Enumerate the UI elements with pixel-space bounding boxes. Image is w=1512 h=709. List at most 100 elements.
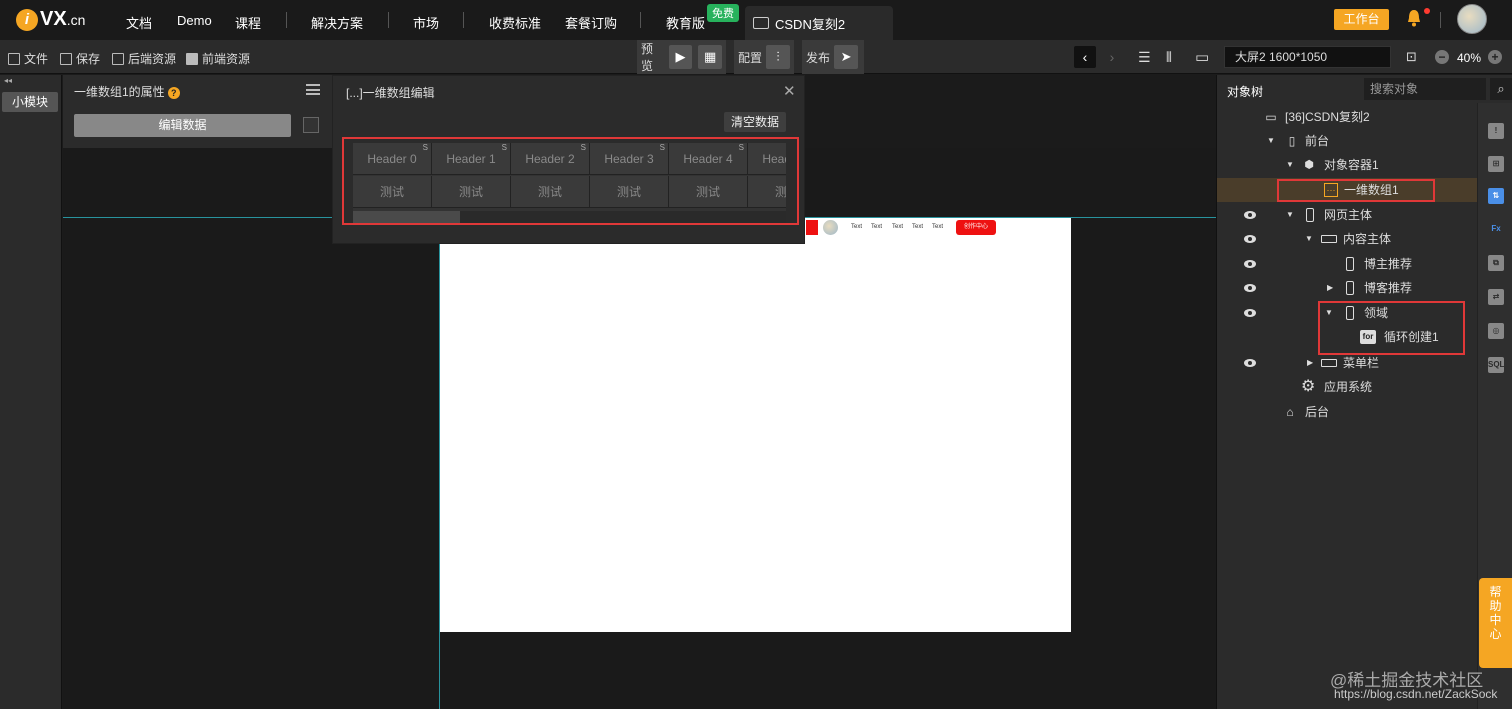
- server-icon: ⌂: [1286, 405, 1294, 419]
- function-icon[interactable]: Fx: [1488, 221, 1504, 237]
- copy-icon[interactable]: ⧉: [1488, 255, 1504, 271]
- divider: [463, 12, 464, 28]
- expand-arrow-icon[interactable]: ▼: [1267, 129, 1275, 153]
- edit-data-button[interactable]: 编辑数据: [74, 114, 291, 137]
- copy-icon[interactable]: [303, 117, 319, 133]
- nav-market[interactable]: 市场: [413, 13, 439, 32]
- file-tab[interactable]: CSDN复刻2: [745, 6, 893, 40]
- collapse-icon[interactable]: ◂◂: [4, 76, 12, 85]
- nav-plans[interactable]: 套餐订购: [565, 13, 617, 32]
- monitor-icon[interactable]: ▭: [1195, 48, 1209, 66]
- zoom-level: 40%: [1457, 51, 1482, 65]
- eye-icon[interactable]: [1244, 309, 1256, 317]
- creator-center-button: 创作中心: [956, 220, 996, 235]
- expand-arrow-icon[interactable]: ▼: [1286, 153, 1294, 177]
- ivx-logo[interactable]: i VX.cn: [16, 8, 85, 31]
- tab-object-tree[interactable]: 对象树: [1227, 83, 1263, 100]
- eye-icon[interactable]: [1244, 235, 1256, 243]
- distribute-icon[interactable]: ⫴: [1166, 49, 1172, 66]
- left-sidebar: ◂◂ 小模块: [0, 75, 62, 709]
- help-icon[interactable]: ?: [167, 87, 180, 99]
- column-layout-icon: [1346, 257, 1354, 271]
- page-preview[interactable]: [440, 218, 1071, 632]
- frontend-resources[interactable]: 前端资源: [186, 50, 250, 67]
- nav-text: Text: [932, 224, 944, 230]
- gear-icon: ⚙: [1301, 378, 1316, 395]
- nav-text: Text: [871, 224, 883, 230]
- swap-icon[interactable]: ⇄: [1488, 289, 1504, 305]
- collapse-arrow-icon[interactable]: ▶: [1307, 351, 1313, 375]
- nav-courses[interactable]: 课程: [235, 13, 261, 32]
- tree-node-frontend[interactable]: ▼ ▯ 前台: [1217, 129, 1477, 153]
- help-center-button[interactable]: 帮助中心: [1479, 578, 1512, 668]
- save-button[interactable]: 保存: [60, 50, 100, 67]
- nav-solutions[interactable]: 解决方案: [311, 13, 363, 32]
- screen-size-select[interactable]: 大屏2 1600*1050: [1224, 46, 1391, 68]
- qrcode-icon[interactable]: ▦: [698, 45, 722, 69]
- eye-icon[interactable]: [1244, 260, 1256, 268]
- nav-docs[interactable]: 文档: [126, 13, 152, 32]
- fit-screen-icon[interactable]: ⊡: [1406, 49, 1417, 65]
- search-input[interactable]: 搜索对象: [1364, 78, 1486, 100]
- nav-text: Text: [912, 224, 924, 230]
- align-icon[interactable]: ☰: [1138, 49, 1151, 66]
- menu-icon[interactable]: [306, 84, 320, 95]
- close-icon[interactable]: ✕: [783, 82, 796, 100]
- workbench-button[interactable]: 工作台: [1334, 9, 1389, 30]
- small-module-button[interactable]: 小模块: [2, 92, 58, 112]
- redo-icon[interactable]: ›: [1101, 46, 1123, 68]
- user-avatar[interactable]: [1457, 4, 1487, 34]
- tree-struct-icon[interactable]: ⊞: [1488, 156, 1504, 172]
- nav-demo[interactable]: Demo: [177, 13, 212, 28]
- row-layout-icon: [1321, 359, 1337, 367]
- settings-icon[interactable]: ◎: [1488, 323, 1504, 339]
- sql-icon[interactable]: SQL: [1488, 357, 1504, 373]
- tree-node-content-body[interactable]: ▼ 内容主体: [1217, 227, 1477, 251]
- eye-icon[interactable]: [1244, 284, 1256, 292]
- nav-education[interactable]: 教育版: [666, 13, 705, 32]
- clear-data-button[interactable]: 清空数据: [724, 112, 786, 132]
- object-tree-panel: 对象树 搜索对象 ⌕ ▭ [36]CSDN复刻2 ▼ ▯ 前台 ▼ ⬢ 对象容器…: [1216, 75, 1512, 709]
- config-label[interactable]: 配置: [738, 49, 762, 66]
- tree-node-backend[interactable]: ⌂ 后台: [1217, 400, 1477, 424]
- collapse-arrow-icon[interactable]: ▶: [1327, 276, 1333, 300]
- send-icon[interactable]: ➤: [834, 45, 859, 69]
- preview-label[interactable]: 预览: [641, 40, 665, 74]
- tree-node-app-system[interactable]: ⚙ 应用系统: [1217, 375, 1477, 399]
- info-icon[interactable]: !: [1488, 123, 1504, 139]
- row-layout-icon: [1321, 235, 1337, 243]
- sliders-icon[interactable]: ⫶: [766, 45, 790, 69]
- tree-node-container[interactable]: ▼ ⬢ 对象容器1: [1217, 153, 1477, 177]
- tree-node-blog-rec[interactable]: ▶ 博客推荐: [1217, 276, 1477, 300]
- config-group: 配置 ⫶: [734, 40, 794, 74]
- highlight-box: [1318, 301, 1465, 355]
- divider: [640, 12, 641, 28]
- nav-text: Text: [851, 224, 863, 230]
- tree-node-blogger-rec[interactable]: 博主推荐: [1217, 252, 1477, 276]
- bell-icon[interactable]: [1407, 9, 1421, 27]
- search-icon[interactable]: ⌕: [1490, 78, 1512, 100]
- free-badge: 免费: [707, 4, 739, 22]
- expand-arrow-icon[interactable]: ▼: [1305, 227, 1313, 251]
- properties-panel: 一维数组1的属性? 编辑数据: [63, 75, 332, 148]
- eye-icon[interactable]: [1244, 211, 1256, 219]
- grid-icon: [186, 52, 198, 65]
- tree-node-page-body[interactable]: ▼ 网页主体: [1217, 203, 1477, 227]
- play-icon[interactable]: ▶: [668, 45, 693, 69]
- tree-node-app[interactable]: ▭ [36]CSDN复刻2: [1217, 105, 1477, 129]
- data-binding-icon[interactable]: ⇅: [1488, 188, 1504, 204]
- expand-arrow-icon[interactable]: ▼: [1286, 203, 1294, 227]
- nav-text: Text: [892, 224, 904, 230]
- highlight-box: [342, 137, 799, 225]
- eye-icon[interactable]: [1244, 359, 1256, 367]
- file-menu[interactable]: 文件: [8, 50, 48, 67]
- backend-resources[interactable]: 后端资源: [112, 50, 176, 67]
- phone-icon: ▯: [1288, 134, 1296, 148]
- publish-label[interactable]: 发布: [806, 49, 830, 66]
- nav-pricing[interactable]: 收费标准: [489, 13, 541, 32]
- zoom-out-icon[interactable]: −: [1435, 50, 1449, 64]
- zoom-in-icon[interactable]: +: [1488, 50, 1502, 64]
- cube-icon: ⬢: [1304, 159, 1314, 171]
- highlight-box: [1277, 179, 1435, 202]
- undo-icon[interactable]: ‹: [1074, 46, 1096, 68]
